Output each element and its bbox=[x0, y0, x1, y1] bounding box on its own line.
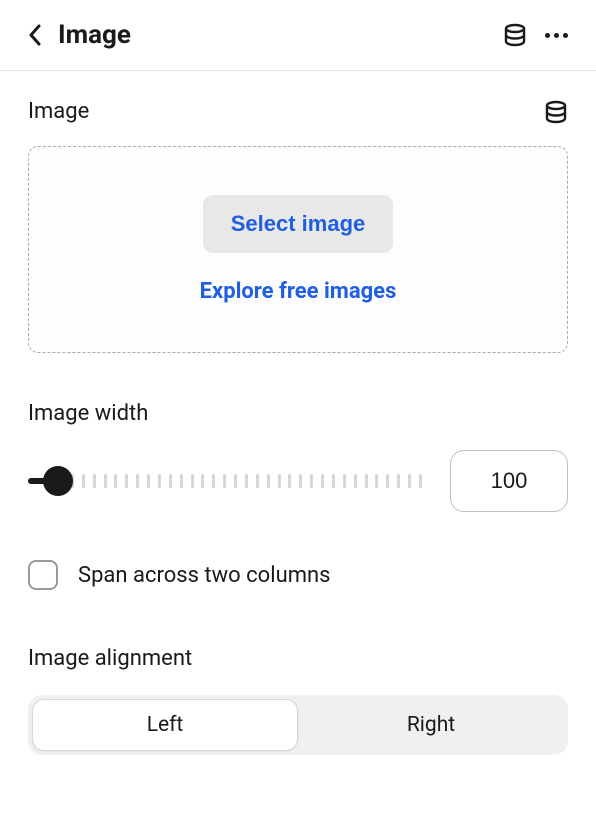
database-icon bbox=[544, 100, 568, 124]
span-columns-checkbox[interactable] bbox=[28, 560, 58, 590]
image-dropzone[interactable]: Select image Explore free images bbox=[28, 146, 568, 353]
image-dynamic-source-button[interactable] bbox=[544, 100, 568, 124]
image-section-label: Image bbox=[28, 99, 89, 124]
slider-ticks bbox=[60, 474, 422, 488]
explore-free-images-link[interactable]: Explore free images bbox=[200, 279, 397, 304]
image-alignment-segmented: Left Right bbox=[28, 695, 568, 755]
more-icon-dot bbox=[554, 33, 559, 38]
back-button[interactable] bbox=[28, 24, 42, 46]
panel-title: Image bbox=[58, 20, 131, 50]
alignment-option-left[interactable]: Left bbox=[32, 699, 298, 751]
image-alignment-label: Image alignment bbox=[28, 646, 568, 671]
image-width-input[interactable] bbox=[450, 450, 568, 512]
image-width-row bbox=[28, 450, 568, 512]
select-image-button[interactable]: Select image bbox=[203, 195, 394, 253]
panel-content: Image Select image Explore free images I… bbox=[0, 71, 596, 755]
span-columns-label: Span across two columns bbox=[78, 563, 331, 588]
more-icon-dot bbox=[563, 33, 568, 38]
image-section-header: Image bbox=[28, 99, 568, 124]
slider-thumb[interactable] bbox=[43, 466, 73, 496]
more-button[interactable] bbox=[545, 33, 568, 38]
dynamic-source-button[interactable] bbox=[503, 23, 527, 47]
alignment-option-right[interactable]: Right bbox=[298, 699, 564, 751]
chevron-left-icon bbox=[28, 24, 42, 46]
header-left: Image bbox=[28, 20, 131, 50]
image-width-slider[interactable] bbox=[28, 466, 422, 496]
span-columns-row: Span across two columns bbox=[28, 560, 568, 590]
database-icon bbox=[503, 23, 527, 47]
image-width-label: Image width bbox=[28, 401, 568, 426]
header-right bbox=[503, 23, 568, 47]
panel-header: Image bbox=[0, 0, 596, 71]
more-icon-dot bbox=[545, 33, 550, 38]
